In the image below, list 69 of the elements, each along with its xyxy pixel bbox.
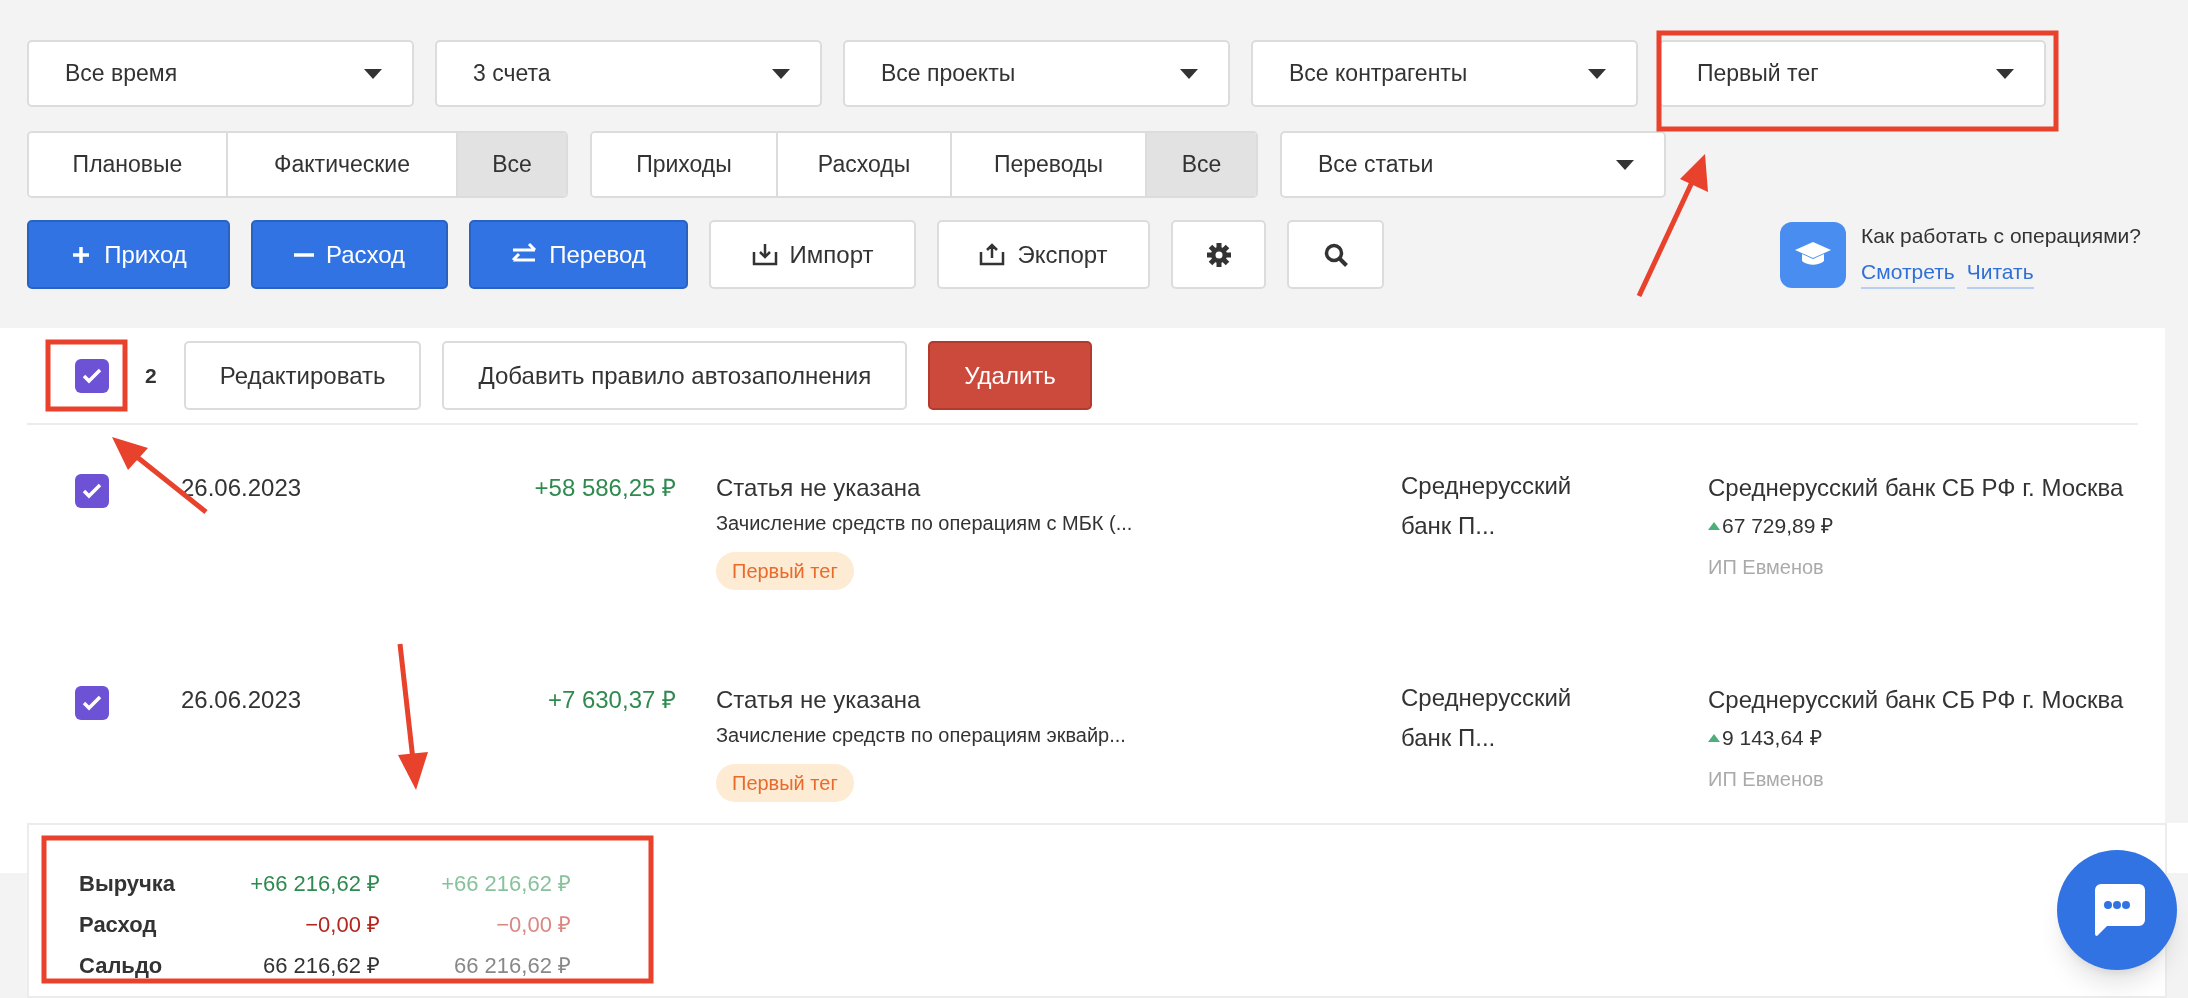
expense-button[interactable]: Расход [251, 220, 448, 289]
dropdown[interactable]: Все статьи [1280, 131, 1666, 198]
segment-tab[interactable]: Все [456, 133, 566, 196]
account-owner: ИП Евменов [1708, 554, 1825, 580]
help-link[interactable]: Читать [1966, 255, 2034, 289]
account-owner: ИП Евменов [1708, 766, 1825, 792]
check-icon [82, 483, 102, 499]
dropdown[interactable]: Все проекты [843, 40, 1230, 107]
account-name: Среднерусский банк СБ РФ г. Москва [1708, 473, 2124, 502]
export-button[interactable]: Экспорт [937, 220, 1150, 289]
search-icon [1322, 241, 1349, 268]
settings-button[interactable] [1171, 220, 1266, 289]
delete-button[interactable]: Удалить [928, 341, 1092, 410]
check-icon [82, 367, 102, 384]
tag: Первый тег [716, 552, 854, 590]
date-cell-text: 26.06.2023 [181, 685, 303, 714]
account-name: Среднерусский банк СБ РФ г. Москва [1708, 685, 2124, 714]
operation-description: Зачисление средств по операциям с МБК (... [716, 511, 1133, 536]
article-name: Статья не указана [716, 685, 921, 714]
up-triangle-icon [1708, 521, 1720, 530]
transfer-button[interactable]: Перевод [469, 220, 688, 289]
caret-icon [1180, 68, 1198, 79]
caret-icon [772, 68, 790, 79]
caret-icon [1616, 159, 1634, 170]
caret-icon [364, 68, 382, 79]
selected-count: 2 [145, 362, 157, 389]
action-button[interactable]: Добавить правило автозаполнения [442, 341, 908, 410]
graduation-cap-icon [1780, 221, 1847, 288]
counterparty-cell-text: Среднерусский банк П... [1401, 471, 1573, 541]
action-button[interactable]: Редактировать [183, 341, 422, 410]
settings-icon [1205, 241, 1232, 268]
total-value: −0,00 ₽ [304, 911, 380, 939]
caret-icon [1588, 68, 1606, 79]
dropdown[interactable]: Первый тег [1659, 40, 2046, 107]
up-triangle-icon [1708, 733, 1720, 742]
dropdown[interactable]: Все контрагенты [1251, 40, 1638, 107]
minus-icon [293, 252, 314, 257]
counterparty-cell-text: Среднерусский банк П... [1401, 683, 1573, 753]
import-button[interactable]: Импорт [709, 220, 916, 289]
operation-description: Зачисление средств по операциям эквайр... [716, 723, 1126, 748]
total-value: −0,00 ₽ [495, 911, 571, 939]
article-name: Статья не указана [716, 473, 921, 502]
caret-icon [1996, 68, 2014, 79]
total-label: Расход [79, 911, 158, 939]
total-value: +66 216,62 ₽ [440, 870, 571, 898]
date-cell-text: 26.06.2023 [181, 473, 303, 502]
checkbox[interactable] [75, 474, 109, 508]
segment-tab[interactable]: Все [1145, 133, 1256, 196]
dropdown[interactable]: 3 счета [435, 40, 822, 107]
amount-cell-text: +58 586,25 ₽ [533, 473, 676, 502]
total-value: 66 216,62 ₽ [453, 952, 571, 980]
help-question: Как работать с операциями? [1861, 223, 2141, 249]
total-value: +66 216,62 ₽ [249, 870, 380, 898]
total-value: 66 216,62 ₽ [262, 952, 380, 980]
checkbox[interactable] [75, 686, 109, 720]
tag: Первый тег [716, 764, 854, 802]
dropdown[interactable]: Все время [27, 40, 414, 107]
account-balance: 67 729,89 ₽ [1722, 513, 1834, 539]
tray-up-arrow-icon [979, 241, 1006, 268]
search-button[interactable] [1287, 220, 1384, 289]
tray-down-arrow-icon [751, 241, 778, 268]
help-link[interactable]: Смотреть [1861, 255, 1955, 289]
total-label: Выручка [79, 870, 177, 898]
checkbox[interactable] [75, 358, 109, 393]
total-label: Сальдо [79, 952, 164, 980]
account-balance: 9 143,64 ₽ [1722, 725, 1822, 751]
income-button[interactable]: Приход [27, 220, 230, 289]
amount-cell-text: +7 630,37 ₽ [546, 685, 676, 714]
check-icon [82, 695, 102, 711]
